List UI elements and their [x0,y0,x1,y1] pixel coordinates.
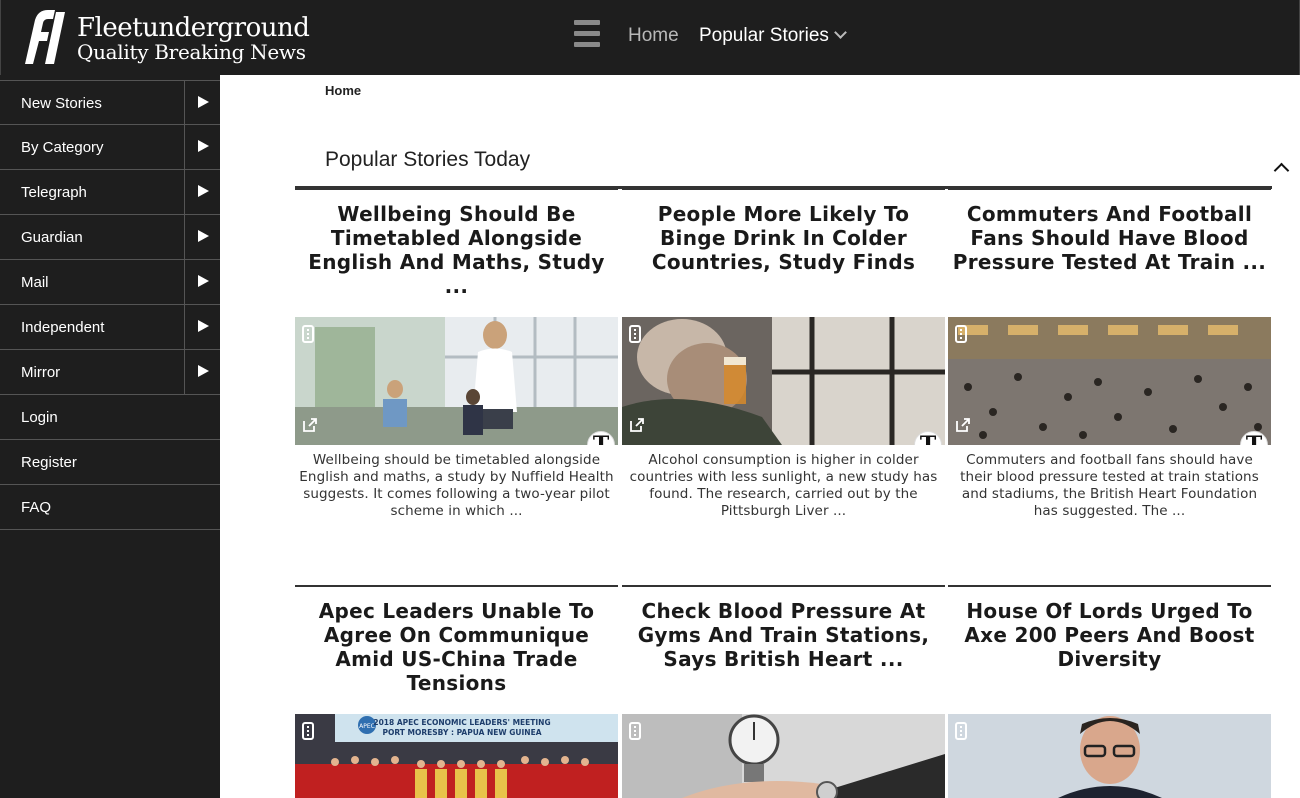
story-photo-children-running [295,317,618,445]
sidebar-item-guardian[interactable]: Guardian [0,215,220,260]
card-divider [622,188,945,190]
story-description: Alcohol consumption is higher in colder … [629,452,938,519]
expand-arrow-icon[interactable] [184,81,220,125]
nav-popular-label: Popular Stories [699,25,829,46]
story-image[interactable]: T [295,317,618,445]
card-divider [948,188,1271,190]
expand-arrow-icon[interactable] [184,125,220,169]
card-divider [622,585,945,587]
sidebar-item-label: Mirror [21,364,61,381]
expand-arrow-icon[interactable] [184,170,220,214]
sidebar-item-label: New Stories [21,95,102,112]
sidebar-item-label: Register [21,454,77,471]
hamburger-icon[interactable] [574,20,602,50]
card-divider [295,585,618,587]
collapse-up-icon[interactable] [1274,162,1288,176]
story-image[interactable] [948,714,1271,798]
sidebar-item-independent[interactable]: Independent [0,305,220,350]
expand-arrow-icon[interactable] [184,215,220,259]
section-title: Popular Stories Today [325,148,531,171]
expand-arrow-icon[interactable] [184,305,220,349]
sidebar-item-label: Independent [21,319,105,336]
story-card: Wellbeing Should Be Timetabled Alongside… [295,188,618,528]
story-card: People More Likely To Binge Drink In Col… [622,188,945,528]
story-photo-apec-leaders: APEC 2018 APEC ECONOMIC LEADERS' MEETING… [295,714,618,798]
external-link-icon[interactable] [302,417,318,433]
story-description: Commuters and football fans should have … [960,452,1259,519]
story-card: Commuters And Football Fans Should Have … [948,188,1271,528]
card-divider [295,188,618,190]
story-title[interactable]: Wellbeing Should Be Timetabled Alongside… [297,202,616,298]
sidebar-item-mail[interactable]: Mail [0,260,220,305]
story-photo-man-drinking [622,317,945,445]
sidebar-item-label: By Category [21,139,104,156]
story-image[interactable]: APEC 2018 APEC ECONOMIC LEADERS' MEETING… [295,714,618,798]
story-title[interactable]: Commuters And Football Fans Should Have … [950,202,1269,274]
story-photo-blood-pressure-gauge [622,714,945,798]
story-title[interactable]: People More Likely To Binge Drink In Col… [624,202,943,274]
external-link-icon[interactable] [955,417,971,433]
sidebar-item-label: Telegraph [21,184,87,201]
top-header: Fleetunderground Quality Breaking News H… [0,0,1300,75]
story-title[interactable]: Check Blood Pressure At Gyms And Train S… [624,599,943,671]
more-options-icon[interactable] [629,325,641,343]
sidebar-item-new-stories[interactable]: New Stories [0,80,220,125]
sidebar-item-label: FAQ [21,499,52,516]
story-card: House Of Lords Urged To Axe 200 Peers An… [948,585,1271,798]
story-photo-man-portrait [948,714,1271,798]
more-options-icon[interactable] [629,722,641,740]
sidebar-item-label: Mail [21,274,49,291]
sidebar-item-by-category[interactable]: By Category [0,125,220,170]
chevron-down-icon [834,26,847,39]
sidebar-item-telegraph[interactable]: Telegraph [0,170,220,215]
sidebar-item-mirror[interactable]: Mirror [0,350,220,395]
site-logo-icon[interactable] [11,6,65,66]
story-description: Wellbeing should be timetabled alongside… [299,452,614,519]
sidebar-item-login[interactable]: Login [0,395,220,440]
story-card: Apec Leaders Unable To Agree On Communiq… [295,585,618,798]
more-options-icon[interactable] [955,325,967,343]
banner-line-2: PORT MORESBY : PAPUA NEW GUINEA [382,728,541,737]
more-options-icon[interactable] [302,325,314,343]
sidebar: New Stories By Category Telegraph Guardi… [0,75,220,798]
external-link-icon[interactable] [629,417,645,433]
expand-arrow-icon[interactable] [184,260,220,304]
brand-name[interactable]: Fleetunderground [77,14,310,42]
story-card: Check Blood Pressure At Gyms And Train S… [622,585,945,798]
story-image[interactable]: T [948,317,1271,445]
story-photo-train-station-crowd [948,317,1271,445]
expand-arrow-icon[interactable] [184,350,220,394]
nav-home-link[interactable]: Home [628,25,679,47]
banner-line-1: 2018 APEC ECONOMIC LEADERS' MEETING [373,718,550,727]
sidebar-item-register[interactable]: Register [0,440,220,485]
more-options-icon[interactable] [955,722,967,740]
more-options-icon[interactable] [302,722,314,740]
story-title[interactable]: House Of Lords Urged To Axe 200 Peers An… [950,599,1269,671]
brand-tagline: Quality Breaking News [77,40,306,64]
story-title[interactable]: Apec Leaders Unable To Agree On Communiq… [297,599,616,695]
sidebar-item-label: Guardian [21,229,83,246]
sidebar-item-faq[interactable]: FAQ [0,485,220,530]
nav-popular-stories-dropdown[interactable]: Popular Stories [699,25,847,47]
story-image[interactable]: T [622,317,945,445]
sidebar-item-label: Login [21,409,58,426]
breadcrumb[interactable]: Home [325,83,361,98]
story-image[interactable] [622,714,945,798]
card-divider [948,585,1271,587]
